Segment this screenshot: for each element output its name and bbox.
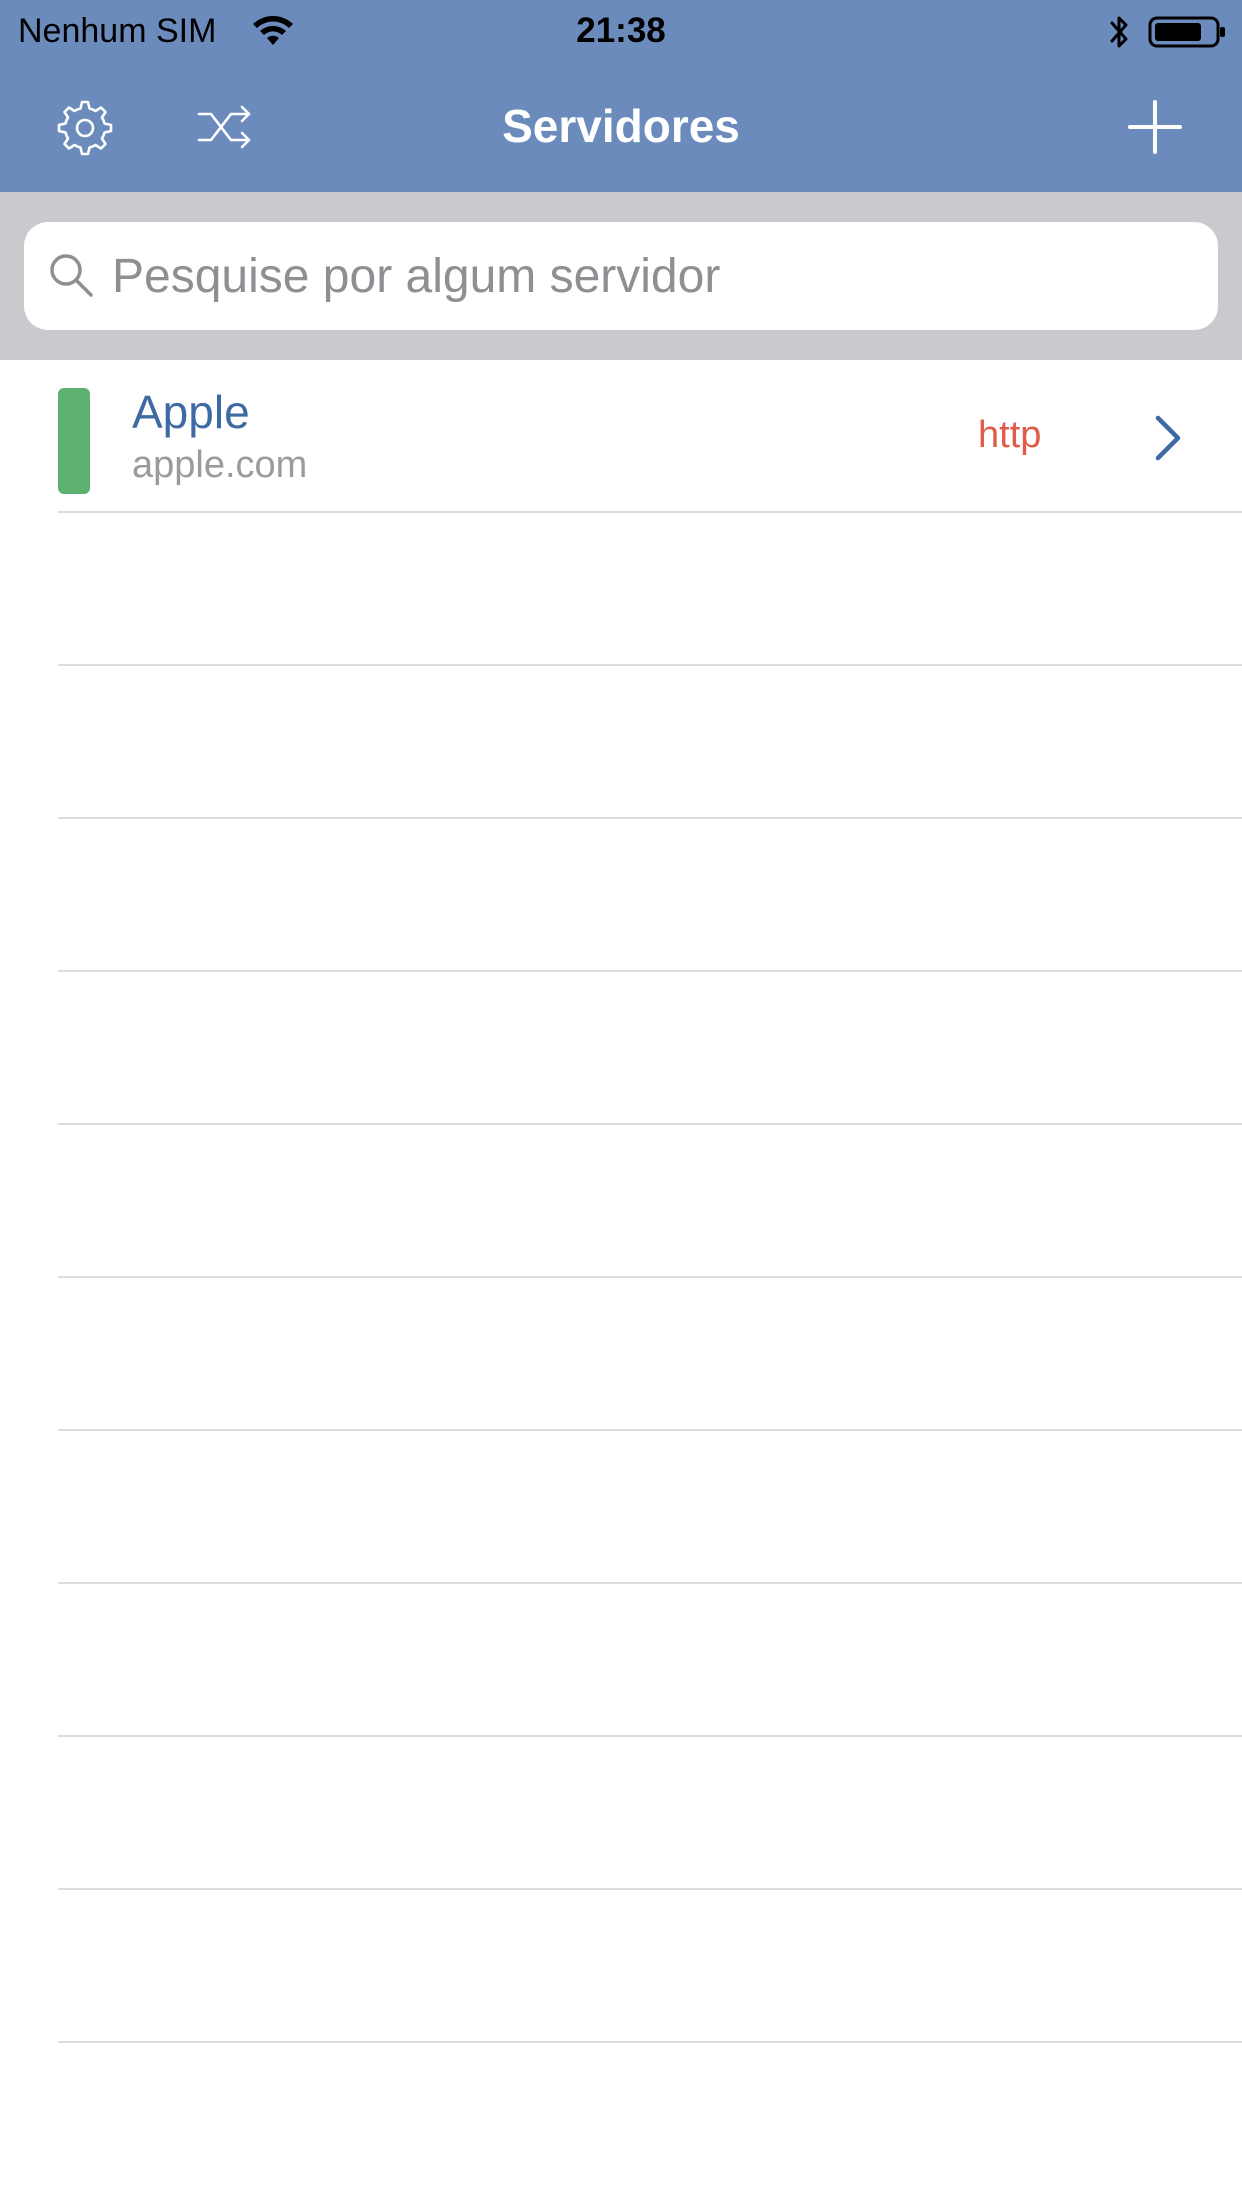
- search-input[interactable]: [112, 222, 1192, 330]
- add-server-button[interactable]: [1120, 92, 1190, 162]
- search-field[interactable]: [24, 222, 1218, 330]
- empty-row: [0, 819, 1242, 972]
- navigation-bar: Servidores: [0, 62, 1242, 192]
- server-host: apple.com: [132, 444, 308, 486]
- servers-screen: Nenhum SIM 21:38 Servidores Pesquise por…: [0, 0, 1242, 2208]
- empty-row: [0, 1584, 1242, 1737]
- status-bar: Nenhum SIM 21:38: [0, 0, 1242, 62]
- clock: 21:38: [576, 11, 666, 50]
- search-icon: [50, 254, 93, 297]
- empty-row: [0, 666, 1242, 819]
- plus-icon: [1128, 100, 1182, 154]
- empty-row: [0, 1125, 1242, 1278]
- battery-icon: [1148, 16, 1225, 48]
- page-title: Servidores: [502, 100, 740, 152]
- empty-row: [0, 1890, 1242, 2043]
- empty-row: [0, 1278, 1242, 1431]
- server-row-apple[interactable]: Apple apple.com http: [0, 360, 1242, 513]
- status-indicator: [58, 388, 90, 494]
- search-bar: [0, 192, 1242, 360]
- header: Nenhum SIM 21:38 Servidores: [0, 0, 1242, 192]
- empty-row: [0, 972, 1242, 1125]
- chevron-right-icon: [1155, 415, 1181, 461]
- bluetooth-icon: [1110, 16, 1128, 48]
- row-separator: [58, 2041, 1242, 2043]
- server-list: Apple apple.com http: [0, 360, 1242, 2043]
- server-protocol: http: [978, 414, 1042, 456]
- empty-row: [0, 1431, 1242, 1584]
- server-name: Apple: [132, 386, 250, 438]
- empty-row: [0, 1737, 1242, 1890]
- empty-row: [0, 513, 1242, 666]
